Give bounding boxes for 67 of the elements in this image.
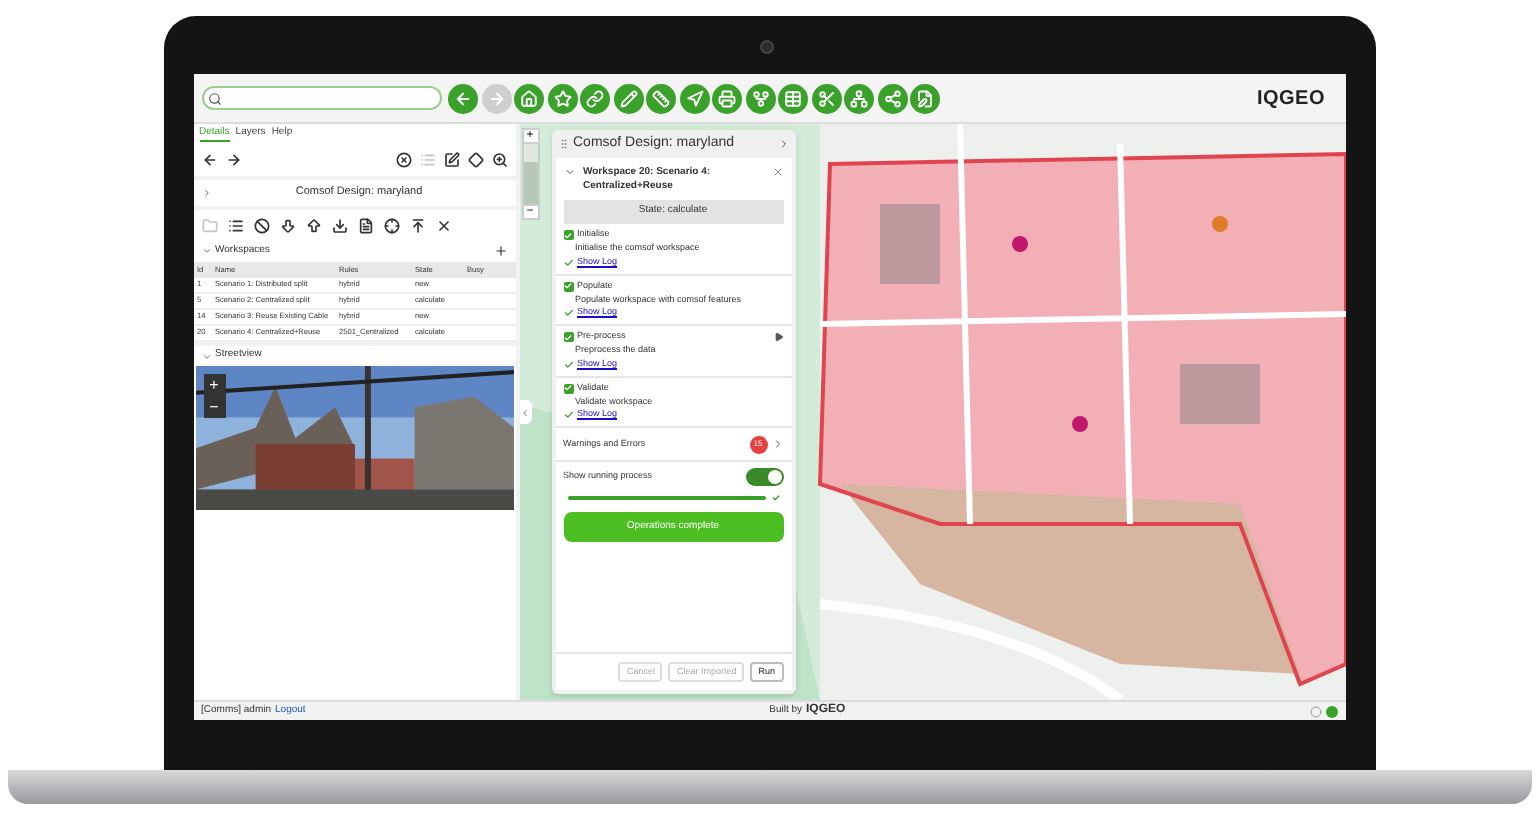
arrow-up-icon[interactable] <box>305 217 321 233</box>
toolbar-button[interactable] <box>679 83 709 113</box>
network-icon <box>850 89 868 107</box>
search-icon <box>207 91 221 105</box>
link-icon <box>586 89 604 107</box>
circle-icon <box>1309 705 1321 717</box>
chevron-left-icon <box>520 407 530 417</box>
arrow-left-icon <box>454 89 472 107</box>
logo: IQGEO <box>1256 85 1325 113</box>
chevron-right-icon[interactable] <box>771 438 783 450</box>
pencil-icon <box>619 89 637 107</box>
zoom-in-icon[interactable] <box>491 152 507 168</box>
expand-icon[interactable] <box>201 188 211 198</box>
crosshair-icon[interactable] <box>383 217 399 233</box>
chevron-right-icon[interactable] <box>777 138 789 150</box>
toolbar-button[interactable] <box>712 83 742 113</box>
checkbox[interactable] <box>563 332 573 342</box>
diamond-icon[interactable] <box>467 152 483 168</box>
toolbar-button[interactable] <box>778 83 808 113</box>
toolbar-button[interactable] <box>646 83 676 113</box>
add-icon[interactable] <box>493 244 507 258</box>
arrow-down-icon[interactable] <box>279 217 295 233</box>
toolbar-button[interactable] <box>877 83 907 113</box>
camera-lens <box>759 40 773 54</box>
printer-icon <box>718 89 736 107</box>
zoom-slider-fill[interactable] <box>523 162 537 204</box>
toolbar-button[interactable] <box>580 83 610 113</box>
toggle-switch[interactable] <box>745 467 783 485</box>
chevron-down-icon[interactable] <box>563 166 575 178</box>
navigation-arrow-icon <box>685 89 703 107</box>
toolbar-button[interactable] <box>547 83 577 113</box>
list-icon[interactable] <box>227 217 243 233</box>
toolbar-button[interactable] <box>745 83 775 113</box>
clear-icon[interactable] <box>395 152 411 168</box>
ruler-icon <box>652 89 670 107</box>
arrow-up-bar-icon[interactable] <box>409 217 425 233</box>
star-icon <box>553 89 571 107</box>
arrow-left-icon[interactable] <box>201 152 217 168</box>
ban-icon[interactable] <box>253 217 269 233</box>
search-field[interactable] <box>201 86 441 110</box>
toolbar-button[interactable] <box>448 83 478 113</box>
checkbox[interactable] <box>563 230 573 240</box>
arrow-right-icon <box>487 89 505 107</box>
share-icon <box>883 89 901 107</box>
home-icon <box>520 89 538 107</box>
zoom-out-button[interactable]: − <box>203 396 225 418</box>
collapse-icon[interactable] <box>201 246 211 256</box>
table-icon <box>784 89 802 107</box>
toolbar-button[interactable] <box>811 83 841 113</box>
play-icon[interactable] <box>773 332 783 342</box>
check-icon <box>771 493 779 501</box>
document-icon[interactable] <box>357 217 373 233</box>
document-pen-icon <box>916 89 934 107</box>
arrow-right-icon[interactable] <box>225 152 241 168</box>
collapse-icon[interactable] <box>201 351 211 361</box>
checkbox[interactable] <box>563 281 573 291</box>
toolbar-button[interactable] <box>910 83 940 113</box>
checkbox[interactable] <box>563 383 573 393</box>
toolbar-button[interactable] <box>613 83 643 113</box>
fork-icon <box>751 89 769 107</box>
toolbar-button[interactable] <box>844 83 874 113</box>
toolbar-button[interactable] <box>514 83 544 113</box>
scissors-icon <box>817 89 835 107</box>
zoom-in-button[interactable]: + <box>203 374 225 396</box>
edit-icon[interactable] <box>443 152 459 168</box>
close-icon[interactable] <box>435 217 451 233</box>
download-icon[interactable] <box>331 217 347 233</box>
